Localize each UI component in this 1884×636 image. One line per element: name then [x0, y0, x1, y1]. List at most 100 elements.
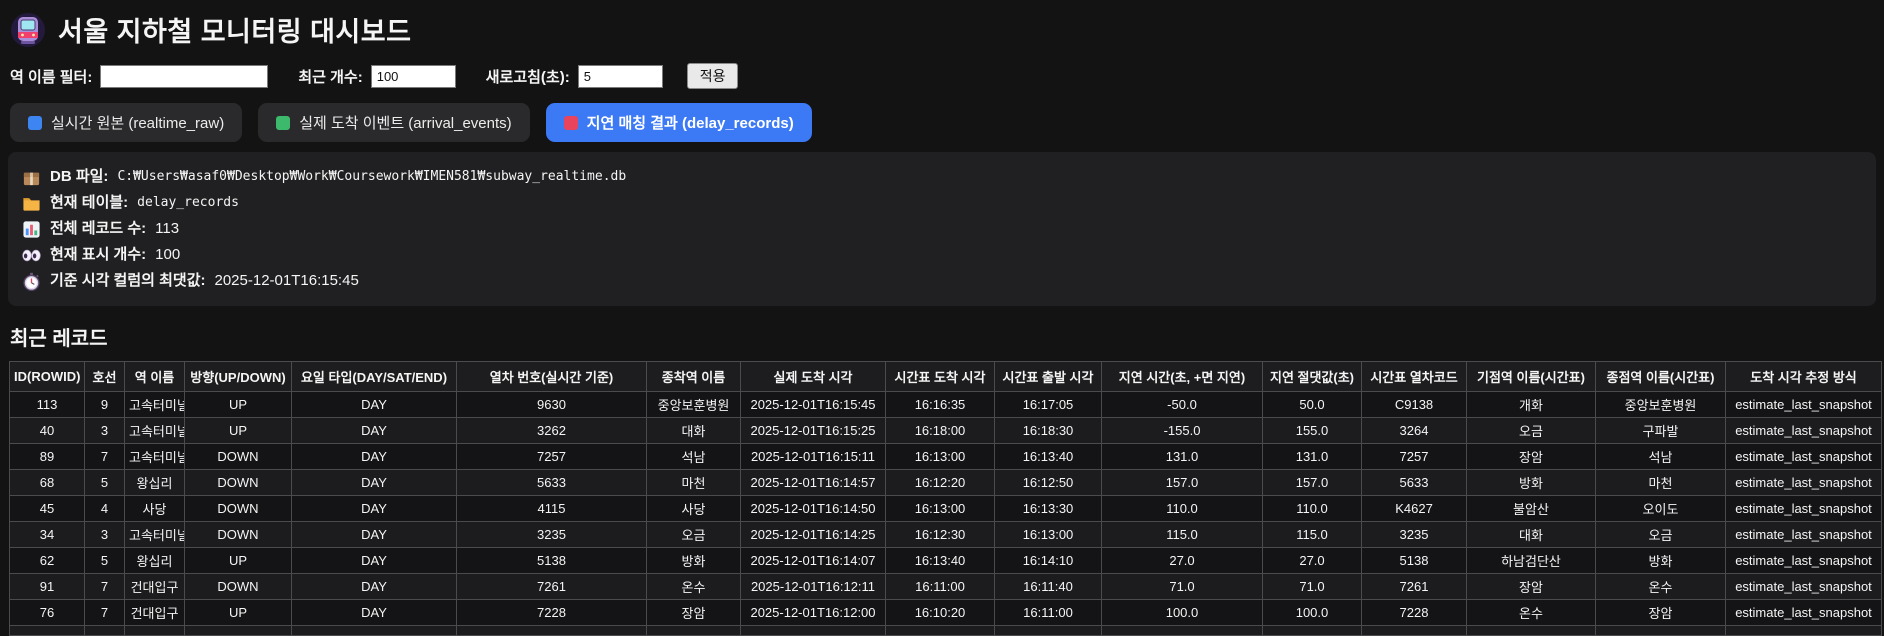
column-header: ID(ROWID): [10, 362, 85, 392]
table-cell: 석남: [1596, 444, 1726, 470]
column-header: 열차 번호(실시간 기준): [457, 362, 647, 392]
table-row: 897고속터미널DOWNDAY7257석남2025-12-01T16:15:11…: [10, 444, 1882, 470]
table-cell: 2025-12-01T16:12:00: [741, 600, 886, 626]
column-header: 지연 시간(초, +면 지연): [1102, 362, 1263, 392]
info-label: 기준 시각 컬럼의 최댓값:: [50, 268, 206, 294]
header-row: ID(ROWID)호선역 이름방향(UP/DOWN)요일 타입(DAY/SAT/…: [10, 362, 1882, 392]
table-cell: 131.0: [1263, 444, 1362, 470]
table-cell: DOWN: [185, 496, 292, 522]
table-cell: 온수: [647, 574, 741, 600]
table-cell: 온수: [1467, 600, 1596, 626]
table-cell: DAY: [292, 600, 457, 626]
tab-realtime_raw[interactable]: 실시간 원본 (realtime_raw): [10, 103, 242, 142]
table-cell: 2025-12-01T16:15:25: [741, 418, 886, 444]
table-cell: 16:12:50: [995, 470, 1102, 496]
table-cell: 16:11:00: [995, 600, 1102, 626]
refresh-interval-input[interactable]: [578, 65, 663, 88]
page-title: 서울 지하철 모니터링 대시보드: [58, 10, 411, 49]
table-cell: 건대입구: [125, 574, 185, 600]
table-cell: 2025-12-01T16:14:57: [741, 470, 886, 496]
table-cell: 76: [10, 600, 85, 626]
table-cell: 오금: [647, 522, 741, 548]
table-cell: 3: [85, 522, 125, 548]
color-swatch-icon: [276, 116, 290, 130]
table-cell: DOWN: [185, 574, 292, 600]
column-header: 기점역 이름(시간표): [1467, 362, 1596, 392]
table-cell: estimate_last_snapshot: [1726, 496, 1882, 522]
table-cell: -155.0: [1102, 418, 1263, 444]
table-cell: estimate_last_snapshot: [1726, 470, 1882, 496]
info-label: 전체 레코드 수:: [50, 216, 146, 242]
info-label: 현재 테이블:: [50, 190, 128, 216]
table-cell: 2025-12-01T16:15:11: [741, 444, 886, 470]
info-item: 현재 표시 개수:100: [22, 242, 1862, 268]
column-header: 시간표 도착 시각: [886, 362, 995, 392]
table-cell: DAY: [292, 470, 457, 496]
table-cell: 16:17:05: [995, 392, 1102, 418]
table-cell: 7228: [1362, 600, 1467, 626]
table-cell: 16:13:00: [995, 522, 1102, 548]
table-cell: 고속터미널: [125, 522, 185, 548]
table-cell: 7257: [1362, 444, 1467, 470]
table-cell: 115.0: [1102, 522, 1263, 548]
table-cell: [292, 626, 457, 636]
table-cell: 7: [85, 600, 125, 626]
table-cell: 68: [10, 470, 85, 496]
table-row: 917건대입구DOWNDAY7261온수2025-12-01T16:12:111…: [10, 574, 1882, 600]
table-cell: 71.0: [1263, 574, 1362, 600]
table-cell: [457, 626, 647, 636]
table-cell: 50.0: [1263, 392, 1362, 418]
table-row: 625왕십리UPDAY5138방화2025-12-01T16:14:0716:1…: [10, 548, 1882, 574]
records-table-body: 1139고속터미널UPDAY9630중앙보훈병원2025-12-01T16:15…: [10, 392, 1882, 636]
table-cell: 3: [85, 418, 125, 444]
table-cell: 7261: [457, 574, 647, 600]
table-row: 685왕십리DOWNDAY5633마천2025-12-01T16:14:5716…: [10, 470, 1882, 496]
table-cell: estimate_last_snapshot: [1726, 548, 1882, 574]
table-cell: C9138: [1362, 392, 1467, 418]
tab-delay_records[interactable]: 지연 매칭 결과 (delay_records): [546, 103, 812, 142]
table-cell: DAY: [292, 392, 457, 418]
table-cell: [647, 626, 741, 636]
info-value: C:₩Users₩asaf0₩Desktop₩Work₩Coursework₩I…: [117, 164, 626, 190]
color-swatch-icon: [28, 116, 42, 130]
table-cell: 3262: [457, 418, 647, 444]
table-cell: [1467, 626, 1596, 636]
table-cell: 113: [10, 392, 85, 418]
table-cell: 9: [85, 392, 125, 418]
table-cell: 16:16:35: [886, 392, 995, 418]
info-value: 2025-12-01T16:15:45: [215, 268, 359, 294]
table-cell: UP: [185, 600, 292, 626]
table-cell: 대화: [647, 418, 741, 444]
table-cell: [1726, 626, 1882, 636]
table-cell: 5633: [1362, 470, 1467, 496]
table-cell: 16:10:20: [886, 600, 995, 626]
table-cell: 오금: [1467, 418, 1596, 444]
table-cell: [85, 626, 125, 636]
metro-icon: [10, 12, 46, 48]
table-row: 454사당DOWNDAY4115사당2025-12-01T16:14:5016:…: [10, 496, 1882, 522]
table-cell: 4115: [457, 496, 647, 522]
table-cell: 고속터미널: [125, 418, 185, 444]
table-cell: 34: [10, 522, 85, 548]
table-cell: estimate_last_snapshot: [1726, 574, 1882, 600]
table-cell: 16:13:00: [886, 496, 995, 522]
table-cell: 사당: [647, 496, 741, 522]
column-header: 시간표 열차코드: [1362, 362, 1467, 392]
table-cell: 7: [85, 444, 125, 470]
table-cell: 사당: [125, 496, 185, 522]
table-cell: 중앙보훈병원: [647, 392, 741, 418]
table-row: 343고속터미널DOWNDAY3235오금2025-12-01T16:14:25…: [10, 522, 1882, 548]
table-tabs: 실시간 원본 (realtime_raw) 실제 도착 이벤트 (arrival_…: [10, 103, 1874, 142]
station-filter-input[interactable]: [100, 65, 268, 88]
table-cell: 5633: [457, 470, 647, 496]
table-cell: 27.0: [1102, 548, 1263, 574]
refresh-interval-label: 새로고침(초):: [486, 66, 570, 87]
apply-button[interactable]: 적용: [687, 63, 739, 89]
recent-count-input[interactable]: [371, 65, 456, 88]
recent-records-title: 최근 레코드: [10, 322, 1874, 351]
tab-arrival_events[interactable]: 실제 도착 이벤트 (arrival_events): [258, 103, 529, 142]
table-cell: 방화: [1596, 548, 1726, 574]
table-cell: 건대입구: [125, 600, 185, 626]
table-cell: [995, 626, 1102, 636]
table-cell: 40: [10, 418, 85, 444]
